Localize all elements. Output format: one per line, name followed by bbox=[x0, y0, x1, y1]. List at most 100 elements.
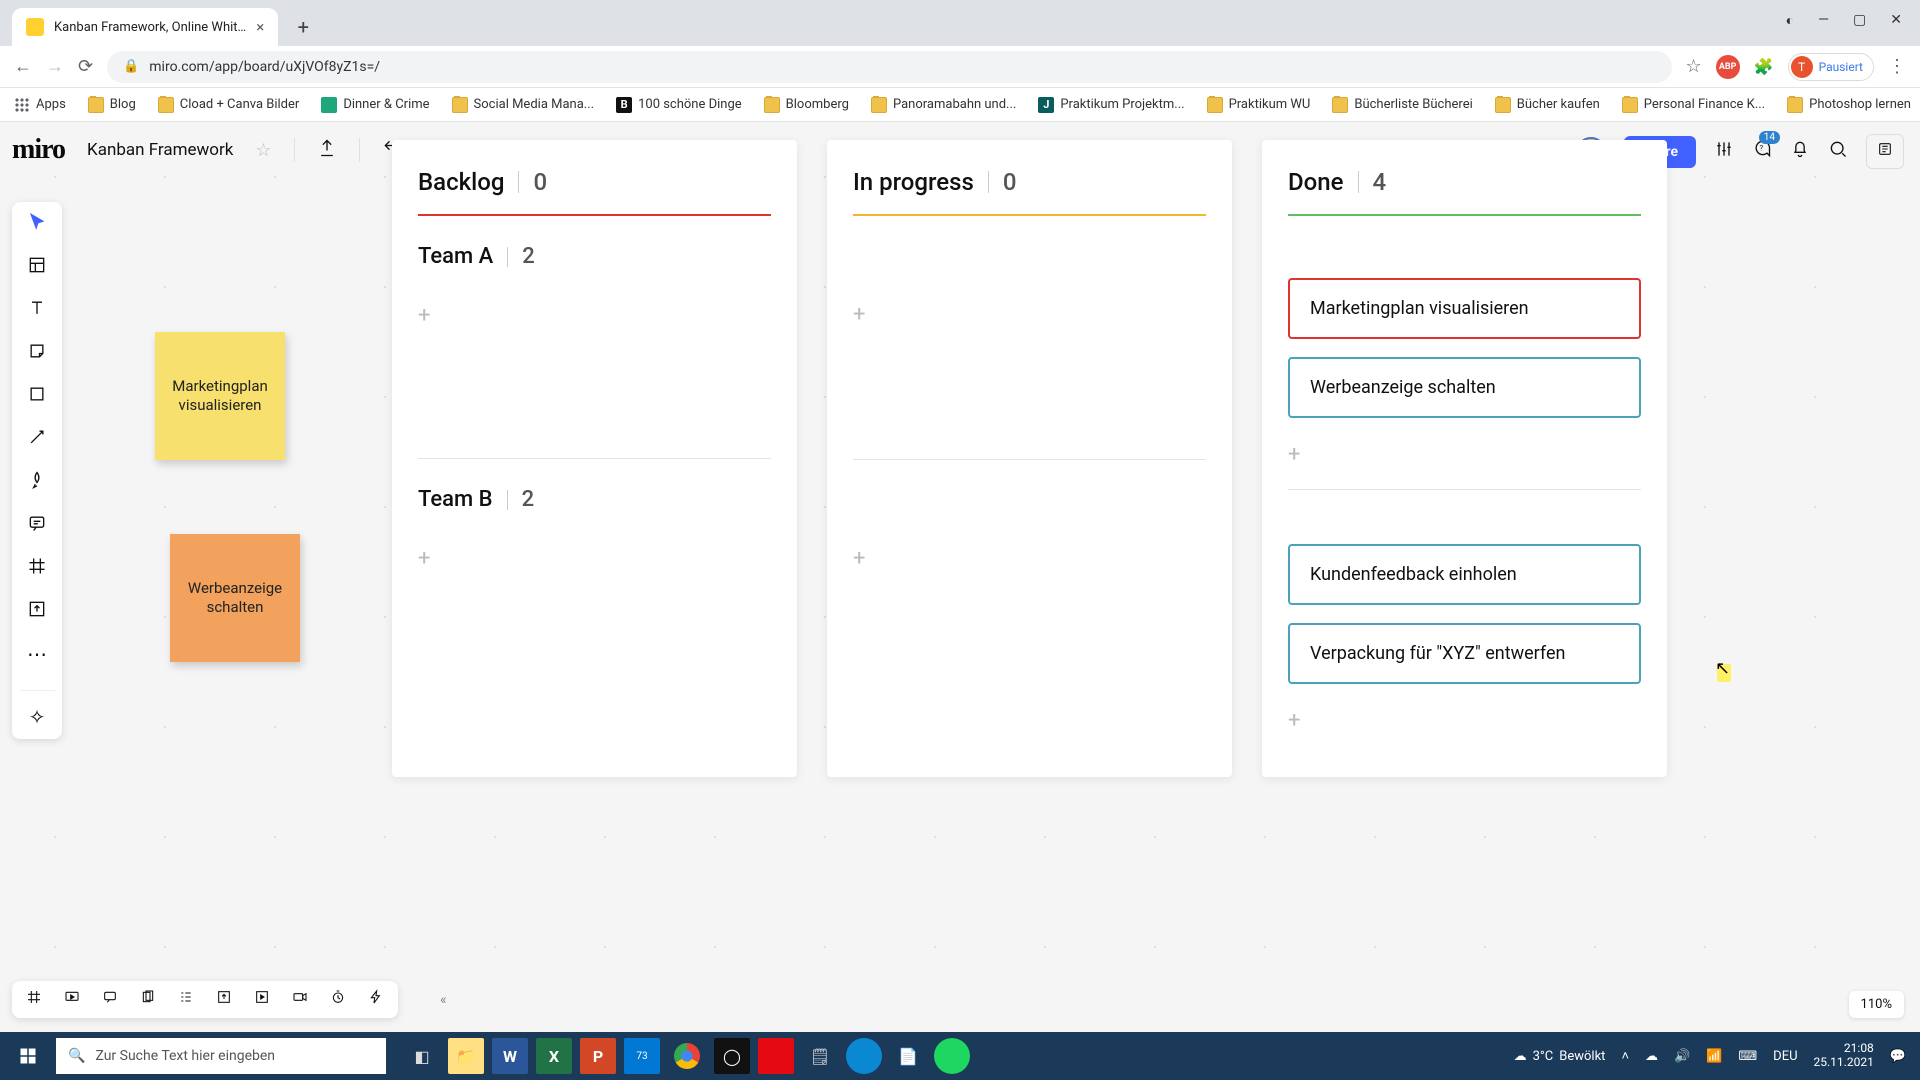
bookmark-item[interactable]: Bloomberg bbox=[764, 97, 849, 113]
explorer-icon[interactable]: 📁 bbox=[448, 1038, 484, 1074]
apps-spark-icon[interactable]: ✧ bbox=[20, 690, 55, 729]
edge-icon[interactable] bbox=[846, 1038, 882, 1074]
kanban-card[interactable]: Marketingplan visualisieren bbox=[1288, 278, 1641, 339]
kanban-column-done[interactable]: Done 4 Marketingplan visualisieren Werbe… bbox=[1262, 140, 1667, 777]
weather-widget[interactable]: ☁ 3°C Bewölkt bbox=[1514, 1049, 1606, 1064]
comment-tool-icon[interactable] bbox=[12, 513, 62, 538]
wifi-icon[interactable]: 📶 bbox=[1706, 1049, 1722, 1064]
obs-icon[interactable]: ◯ bbox=[714, 1038, 750, 1074]
bookmark-item[interactable]: JPraktikum Projektm... bbox=[1038, 97, 1184, 113]
profile-pill[interactable]: T Pausiert bbox=[1788, 53, 1874, 81]
browser-menu-icon[interactable]: ⋮ bbox=[1888, 56, 1906, 77]
activity-panel-icon[interactable] bbox=[1866, 134, 1904, 169]
kanban-card[interactable]: Verpackung für "XYZ" entwerfen bbox=[1288, 623, 1641, 684]
kanban-card[interactable]: Kundenfeedback einholen bbox=[1288, 544, 1641, 605]
apps-button[interactable]: Apps bbox=[14, 97, 66, 113]
zoom-control[interactable]: 110% bbox=[1849, 991, 1904, 1018]
action-center-icon[interactable]: 💬 bbox=[1890, 1049, 1906, 1064]
bookmark-item[interactable]: Photoshop lernen bbox=[1787, 97, 1911, 113]
comments-panel-icon[interactable] bbox=[102, 989, 118, 1010]
keyboard-icon[interactable]: ⌨ bbox=[1738, 1049, 1757, 1064]
bookmark-item[interactable]: Bücherliste Bücherei bbox=[1332, 97, 1472, 113]
templates-tool-icon[interactable] bbox=[12, 255, 62, 280]
sticky-note-orange[interactable]: Werbeanzeige schalten bbox=[170, 534, 300, 662]
embed-panel-icon[interactable] bbox=[254, 989, 270, 1010]
incognito-icon[interactable]: ◐ bbox=[1786, 12, 1794, 29]
kanban-column-in-progress[interactable]: In progress 0 + + bbox=[827, 140, 1232, 777]
tray-overflow-icon[interactable]: ˄ bbox=[1621, 1048, 1629, 1064]
app-icon[interactable]: 🗒 bbox=[802, 1038, 838, 1074]
close-window-icon[interactable]: ✕ bbox=[1890, 12, 1902, 28]
bookmark-item[interactable]: Bücher kaufen bbox=[1495, 97, 1600, 113]
mail-icon[interactable]: 73 bbox=[624, 1038, 660, 1074]
extensions-icon[interactable]: 🧩 bbox=[1754, 57, 1774, 76]
sticky-note-yellow[interactable]: Marketingplan visualisieren bbox=[155, 332, 285, 460]
more-tools-icon[interactable]: ⋯ bbox=[12, 642, 62, 666]
board-name[interactable]: Kanban Framework bbox=[87, 140, 233, 160]
kanban-card[interactable]: Werbeanzeige schalten bbox=[1288, 357, 1641, 418]
bookmark-item[interactable]: Social Media Mana... bbox=[452, 97, 595, 113]
frame-tool-icon[interactable] bbox=[12, 556, 62, 581]
add-card-icon[interactable]: + bbox=[853, 546, 865, 571]
shape-tool-icon[interactable] bbox=[12, 384, 62, 409]
excel-icon[interactable]: X bbox=[536, 1038, 572, 1074]
miro-logo[interactable]: miro bbox=[12, 134, 65, 166]
bookmark-item[interactable]: Praktikum WU bbox=[1207, 97, 1311, 113]
kanban-column-backlog[interactable]: Backlog 0 Team A 2 + Team B 2 bbox=[392, 140, 797, 777]
maximize-icon[interactable]: ▢ bbox=[1853, 12, 1866, 28]
bolt-panel-icon[interactable] bbox=[368, 989, 384, 1010]
start-button[interactable] bbox=[0, 1032, 56, 1080]
add-card-icon[interactable]: + bbox=[853, 302, 865, 327]
taskbar-search[interactable]: 🔍 Zur Suche Text hier eingeben bbox=[56, 1038, 386, 1074]
back-icon[interactable]: ← bbox=[14, 56, 32, 77]
search-icon[interactable] bbox=[1828, 139, 1848, 164]
frames-panel-icon[interactable] bbox=[26, 989, 42, 1010]
text-tool-icon[interactable] bbox=[12, 298, 62, 323]
app-icon[interactable] bbox=[758, 1038, 794, 1074]
add-card-icon[interactable]: + bbox=[1288, 708, 1300, 733]
reload-icon[interactable]: ⟳ bbox=[78, 56, 93, 77]
language-indicator[interactable]: DEU bbox=[1773, 1049, 1797, 1064]
add-card-icon[interactable]: + bbox=[1288, 442, 1300, 467]
add-card-icon[interactable]: + bbox=[418, 303, 430, 328]
line-tool-icon[interactable] bbox=[12, 427, 62, 452]
upload-tool-icon[interactable] bbox=[12, 599, 62, 624]
comments-icon[interactable]: ? 14 bbox=[1752, 139, 1772, 164]
settings-icon[interactable] bbox=[1714, 139, 1734, 164]
bookmark-item[interactable]: Personal Finance K... bbox=[1622, 97, 1765, 113]
volume-icon[interactable]: 🔊 bbox=[1674, 1049, 1690, 1064]
task-view-icon[interactable]: ◧ bbox=[404, 1038, 440, 1074]
browser-tab[interactable]: Kanban Framework, Online Whit… × bbox=[12, 8, 278, 46]
miro-canvas[interactable]: miro Kanban Framework ☆ ✦ T Share ? 14 bbox=[0, 122, 1920, 1032]
bookmark-item[interactable]: B100 schöne Dinge bbox=[616, 97, 742, 113]
notifications-icon[interactable] bbox=[1790, 139, 1810, 164]
bookmark-item[interactable]: Dinner & Crime bbox=[321, 97, 429, 113]
tab-close-icon[interactable]: × bbox=[256, 18, 264, 36]
word-icon[interactable]: W bbox=[492, 1038, 528, 1074]
onedrive-icon[interactable]: ☁ bbox=[1645, 1049, 1658, 1064]
bookmark-item[interactable]: Panoramabahn und... bbox=[871, 97, 1016, 113]
notepad-icon[interactable]: 📄 bbox=[890, 1038, 926, 1074]
new-tab-button[interactable]: + bbox=[288, 12, 318, 42]
abp-extension-icon[interactable]: ABP bbox=[1716, 55, 1740, 79]
present-icon[interactable] bbox=[64, 989, 80, 1010]
chrome-icon[interactable] bbox=[674, 1043, 700, 1069]
url-field[interactable]: 🔒 miro.com/app/board/uXjVOf8yZ1s=/ bbox=[107, 51, 1671, 83]
powerpoint-icon[interactable]: P bbox=[580, 1038, 616, 1074]
bookmark-item[interactable]: Blog bbox=[88, 97, 136, 113]
cards-panel-icon[interactable] bbox=[140, 989, 156, 1010]
spotify-icon[interactable] bbox=[934, 1038, 970, 1074]
list-panel-icon[interactable] bbox=[178, 989, 194, 1010]
select-tool-icon[interactable] bbox=[12, 212, 62, 237]
export-icon[interactable] bbox=[317, 138, 337, 163]
bookmark-star-icon[interactable]: ☆ bbox=[1686, 56, 1702, 77]
bookmark-item[interactable]: Cload + Canva Bilder bbox=[158, 97, 300, 113]
export-panel-icon[interactable] bbox=[216, 989, 232, 1010]
record-panel-icon[interactable] bbox=[292, 989, 308, 1010]
minimize-icon[interactable]: — bbox=[1818, 12, 1829, 28]
add-card-icon[interactable]: + bbox=[418, 546, 430, 571]
timer-panel-icon[interactable] bbox=[330, 989, 346, 1010]
clock[interactable]: 21:08 25.11.2021 bbox=[1814, 1042, 1874, 1070]
sticky-tool-icon[interactable] bbox=[12, 341, 62, 366]
collapse-toolbar-icon[interactable]: « bbox=[440, 992, 447, 1008]
